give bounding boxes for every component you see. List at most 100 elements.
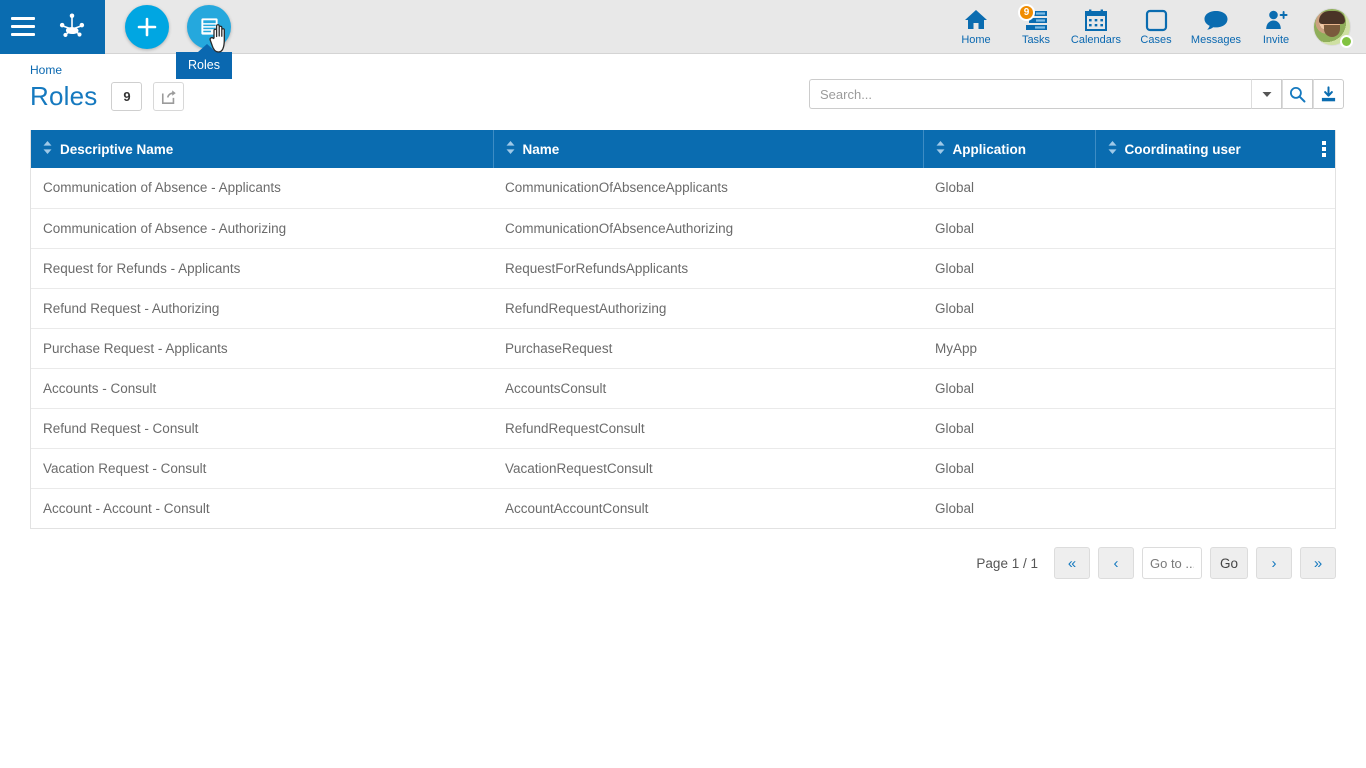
record-count-badge[interactable]: 9 bbox=[111, 82, 143, 111]
add-button[interactable] bbox=[125, 4, 169, 49]
search-input[interactable] bbox=[809, 79, 1251, 109]
nav-label-messages: Messages bbox=[1190, 33, 1242, 46]
nav-label-home: Home bbox=[961, 33, 991, 46]
sort-updown-icon[interactable] bbox=[1108, 141, 1117, 157]
cell-name: AccountsConsult bbox=[493, 368, 923, 409]
nav-label-invite: Invite bbox=[1262, 33, 1290, 46]
kebab-dot bbox=[1322, 153, 1326, 157]
chevron-down-icon bbox=[1262, 91, 1271, 97]
cell-coordinating-user bbox=[1095, 288, 1335, 329]
tooltip-label: Roles bbox=[188, 58, 220, 72]
table-row[interactable]: Request for Refunds - Applicants RequestF… bbox=[31, 248, 1335, 289]
table-row[interactable]: Refund Request - Consult RefundRequestCon… bbox=[31, 408, 1335, 449]
pagination-prev-button[interactable]: ‹ bbox=[1097, 547, 1134, 579]
share-export-icon bbox=[161, 89, 176, 104]
column-label-coordinating-user: Coordinating user bbox=[1124, 141, 1241, 157]
tasks-badge-count: 9 bbox=[1018, 3, 1035, 21]
hamburger-bar bbox=[11, 17, 35, 20]
home-icon bbox=[963, 8, 989, 33]
search-filter-dropdown-button[interactable] bbox=[1251, 79, 1282, 109]
cases-icon bbox=[1145, 8, 1168, 33]
cell-name: AccountAccountConsult bbox=[493, 488, 923, 528]
table-row[interactable]: Refund Request - Authorizing RefundReques… bbox=[31, 288, 1335, 329]
nav-item-tasks[interactable]: 9 Tasks bbox=[1006, 0, 1066, 54]
cell-application: Global bbox=[923, 368, 1095, 409]
cell-application: Global bbox=[923, 208, 1095, 249]
search-toolbar bbox=[809, 79, 1344, 109]
hamburger-menu-icon[interactable] bbox=[0, 0, 46, 54]
table-row[interactable]: Purchase Request - Applicants PurchaseReq… bbox=[31, 328, 1335, 369]
cell-application: Global bbox=[923, 448, 1095, 489]
message-icon bbox=[1203, 8, 1229, 33]
pagination-bar: Page 1 / 1 « ‹ Go › » bbox=[30, 547, 1336, 579]
roles-button[interactable] bbox=[187, 4, 231, 49]
invite-user-icon bbox=[1264, 8, 1288, 33]
pagination-go-button[interactable]: Go bbox=[1209, 547, 1248, 579]
table-row[interactable]: Account - Account - Consult AccountAccoun… bbox=[31, 488, 1335, 528]
nav-item-cases[interactable]: Cases bbox=[1126, 0, 1186, 54]
column-header-application[interactable]: Application bbox=[923, 130, 1096, 168]
kebab-menu-icon[interactable] bbox=[1322, 141, 1326, 157]
table-row[interactable]: Communication of Absence - Authorizing Co… bbox=[31, 208, 1335, 249]
cell-name: CommunicationOfAbsenceApplicants bbox=[493, 168, 923, 209]
pagination-goto-input[interactable] bbox=[1141, 547, 1202, 579]
cell-name: RefundRequestConsult bbox=[493, 408, 923, 449]
cell-descriptive-name: Accounts - Consult bbox=[31, 368, 493, 409]
nav-item-messages[interactable]: Messages bbox=[1186, 0, 1246, 54]
nav-item-calendars[interactable]: Calendars bbox=[1066, 0, 1126, 54]
search-submit-button[interactable] bbox=[1282, 79, 1313, 109]
cell-coordinating-user bbox=[1095, 208, 1335, 249]
cell-application: MyApp bbox=[923, 328, 1095, 369]
table-row[interactable]: Communication of Absence - Applicants Com… bbox=[31, 168, 1335, 209]
table-row[interactable]: Accounts - Consult AccountsConsult Global bbox=[31, 368, 1335, 409]
sort-updown-icon[interactable] bbox=[936, 141, 945, 157]
cell-coordinating-user bbox=[1095, 488, 1335, 528]
top-nav-items: Home 9 Tasks Calendars Cases Messages In… bbox=[946, 0, 1366, 54]
page-header-row: Roles 9 bbox=[0, 77, 1366, 112]
column-header-descriptive-name[interactable]: Descriptive Name bbox=[31, 130, 494, 168]
bonita-frog-logo-icon[interactable] bbox=[46, 0, 98, 54]
cell-application: Global bbox=[923, 168, 1095, 209]
sort-updown-icon[interactable] bbox=[43, 141, 52, 157]
breadcrumb-item-home[interactable]: Home bbox=[30, 63, 62, 77]
export-share-button[interactable] bbox=[153, 82, 185, 111]
sort-updown-icon[interactable] bbox=[506, 141, 515, 157]
roles-table-container: Descriptive Name Name Application Coordi… bbox=[30, 130, 1336, 529]
table-body: Communication of Absence - Applicants Com… bbox=[31, 168, 1335, 528]
download-icon bbox=[1321, 85, 1336, 101]
top-navigation-bar: Roles Home 9 Tasks Calendars Cases Messa… bbox=[0, 0, 1366, 79]
cell-descriptive-name: Purchase Request - Applicants bbox=[31, 328, 493, 369]
list-document-icon bbox=[200, 18, 218, 35]
cell-application: Global bbox=[923, 288, 1095, 329]
hamburger-bar bbox=[11, 25, 35, 28]
cell-name: CommunicationOfAbsenceAuthorizing bbox=[493, 208, 923, 249]
cell-name: PurchaseRequest bbox=[493, 328, 923, 369]
frog-footprint-glyph bbox=[59, 13, 85, 37]
nav-label-tasks: Tasks bbox=[1021, 33, 1051, 46]
nav-item-invite[interactable]: Invite bbox=[1246, 0, 1306, 54]
nav-item-home[interactable]: Home bbox=[946, 0, 1006, 54]
column-label-application: Application bbox=[952, 141, 1027, 157]
magnifier-icon bbox=[1289, 86, 1306, 102]
cell-coordinating-user bbox=[1095, 408, 1335, 449]
avatar-face-detail bbox=[1324, 24, 1340, 37]
page-title: Roles bbox=[30, 81, 98, 111]
column-header-name[interactable]: Name bbox=[493, 130, 924, 168]
hamburger-bar bbox=[11, 33, 35, 36]
column-header-coordinating-user[interactable]: Coordinating user bbox=[1095, 130, 1335, 168]
kebab-dot bbox=[1322, 147, 1326, 151]
download-export-button[interactable] bbox=[1313, 79, 1344, 109]
cell-descriptive-name: Communication of Absence - Applicants bbox=[31, 168, 493, 209]
cell-application: Global bbox=[923, 488, 1095, 528]
cell-coordinating-user bbox=[1095, 168, 1335, 209]
roles-tooltip: Roles bbox=[176, 44, 232, 79]
table-row[interactable]: Vacation Request - Consult VacationReques… bbox=[31, 448, 1335, 489]
roles-table: Descriptive Name Name Application Coordi… bbox=[31, 130, 1335, 528]
pagination-first-button[interactable]: « bbox=[1053, 547, 1090, 579]
pagination-next-button[interactable]: › bbox=[1256, 547, 1292, 579]
cell-application: Global bbox=[923, 408, 1095, 449]
pagination-last-button[interactable]: » bbox=[1300, 547, 1336, 579]
user-avatar[interactable] bbox=[1306, 0, 1358, 54]
table-head: Descriptive Name Name Application Coordi… bbox=[31, 130, 1335, 168]
cell-name: VacationRequestConsult bbox=[493, 448, 923, 489]
